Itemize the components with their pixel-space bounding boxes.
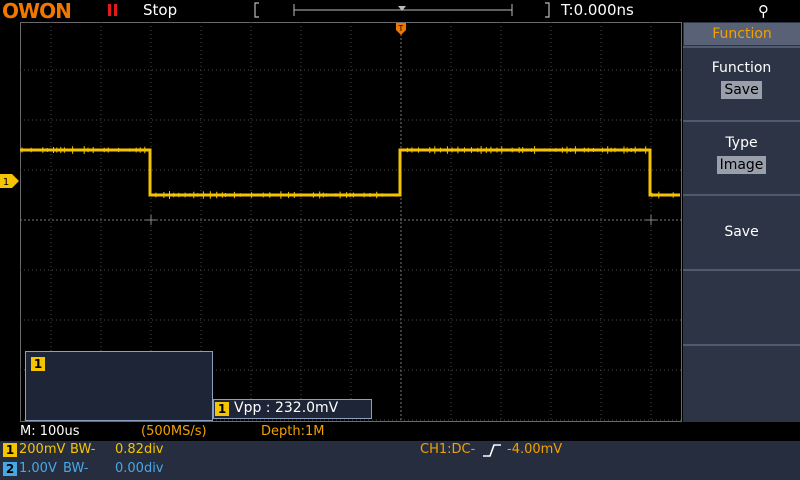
brand-logo: OWON (2, 0, 72, 23)
record-depth: Depth:1M (261, 424, 325, 439)
menu-type-label: Type (725, 135, 758, 151)
timebase[interactable]: M: 100us (20, 424, 80, 439)
menu-type-value: Image (716, 156, 767, 174)
ch2-bandwidth: BW- (63, 461, 89, 476)
channel-status-bar: 1 200mV BW- 0.82div 2 1.00V BW- 0.00div … (0, 441, 800, 480)
ch1-bandwidth: BW- (70, 442, 96, 457)
svg-text:T: T (398, 24, 404, 33)
sample-rate: (500MS/s) (141, 424, 207, 439)
timebase-bar: M: 100us (500MS/s) Depth:1M (0, 423, 800, 441)
menu-save-label: Save (724, 224, 759, 240)
rising-edge-icon (483, 444, 501, 457)
top-status-bar: OWON Stop T:0.000ns ⚲ (0, 0, 800, 23)
ch2-badge: 2 (3, 462, 17, 476)
svg-text:1: 1 (3, 177, 9, 188)
trigger-time: T:0.000ns (561, 1, 634, 19)
menu-function-label: Function (711, 60, 772, 76)
trigger-position-icon[interactable]: T (395, 22, 407, 36)
run-state: Stop (143, 1, 178, 19)
menu-divider (683, 194, 800, 196)
vpp-value: Vpp : 232.0mV (234, 400, 339, 416)
ch1-info-window: 1 (25, 351, 213, 421)
ch2-scale[interactable]: 1.00V (19, 461, 57, 476)
trigger-level: -4.00mV (507, 442, 563, 457)
ch1-scale[interactable]: 200mV (19, 442, 65, 457)
ch1-offset: 0.82div (115, 442, 164, 457)
ch1-badge: 1 (215, 402, 229, 416)
ch1-level-icon[interactable]: 1 (0, 173, 20, 189)
menu-title: Function (684, 23, 800, 45)
trigger-source[interactable]: CH1:DC- (420, 442, 475, 457)
menu-divider (683, 46, 800, 48)
ch1-trace-noise (21, 146, 674, 199)
memory-position-bar (254, 2, 550, 18)
usb-icon: ⚲ (758, 2, 769, 20)
menu-divider (683, 344, 800, 346)
menu-type-button[interactable]: Type Image (683, 135, 800, 174)
menu-function-button[interactable]: Function Save (683, 60, 800, 99)
menu-function-value: Save (721, 81, 762, 99)
menu-save-button[interactable]: Save (683, 224, 800, 240)
ch1-trace (20, 148, 680, 197)
ch1-badge: 1 (31, 357, 45, 371)
pause-icon (108, 2, 120, 16)
ch1-badge: 1 (3, 443, 17, 457)
menu-divider (683, 120, 800, 122)
menu-divider (683, 269, 800, 271)
ch2-offset: 0.00div (115, 461, 164, 476)
measurement-readout: 1 Vpp : 232.0mV (213, 399, 372, 419)
function-menu: Function Function Save Type Image Save (683, 22, 800, 422)
